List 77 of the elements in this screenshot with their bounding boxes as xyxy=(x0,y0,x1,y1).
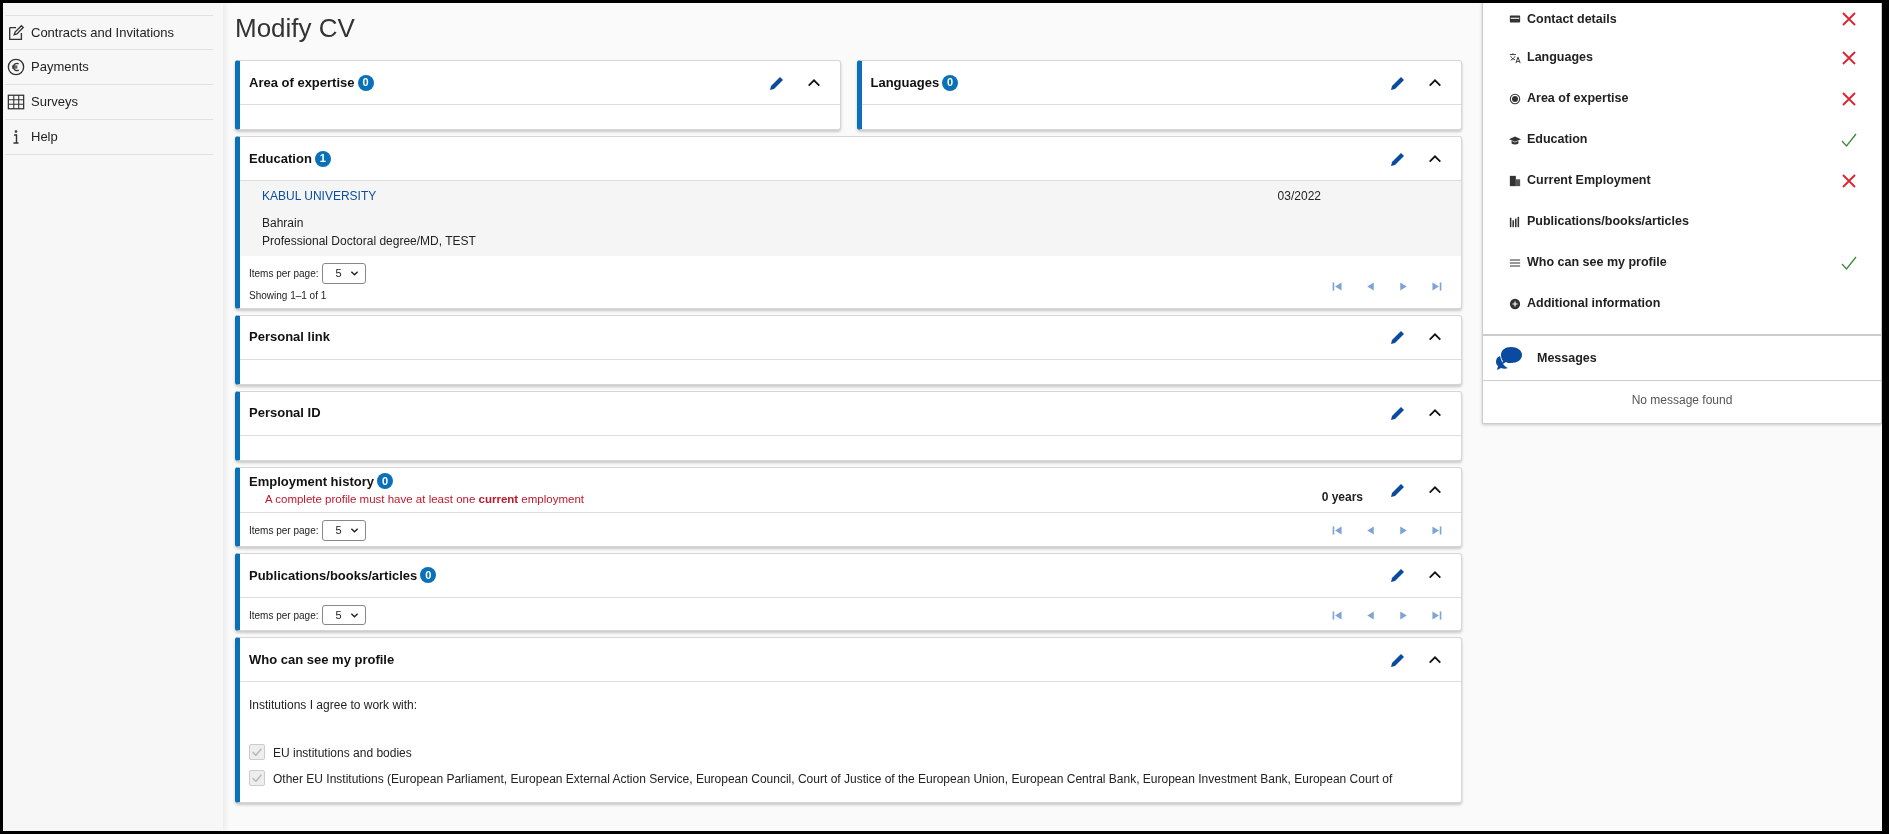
last-page-icon xyxy=(1430,280,1443,294)
checklist-item[interactable]: Contact details xyxy=(1483,3,1881,37)
first-page-icon xyxy=(1331,280,1344,294)
sidebar-item[interactable]: Contracts and Invitations xyxy=(5,15,213,50)
table-icon xyxy=(7,93,25,111)
entry-country: Bahrain xyxy=(262,215,305,233)
euro-icon xyxy=(7,58,25,76)
institution-link[interactable]: KABUL UNIVERSITY xyxy=(262,187,377,206)
count-badge: 0 xyxy=(376,473,393,490)
pencil-icon xyxy=(1389,481,1407,500)
checklist-item[interactable]: Languages xyxy=(1483,37,1881,78)
checklist-label: Education xyxy=(1527,131,1588,149)
first-page-icon xyxy=(1331,608,1344,622)
checklist-item[interactable]: Who can see my profile xyxy=(1483,242,1881,283)
items-per-page-label: Items per page: xyxy=(249,266,319,281)
list-icon xyxy=(1509,256,1521,269)
chat-bubbles-icon xyxy=(1495,345,1523,371)
sidebar-item[interactable]: Surveys xyxy=(5,85,213,120)
checklist-label: Who can see my profile xyxy=(1527,254,1667,272)
page-title: Modify CV xyxy=(235,13,356,45)
items-per-page-select[interactable]: 5 xyxy=(322,604,366,626)
count-badge: 0 xyxy=(357,74,374,91)
pencil-icon xyxy=(1389,566,1407,585)
results-count: Showing 1–1 of 1 xyxy=(249,288,328,303)
entry-date: 03/2022 xyxy=(1277,188,1321,206)
items-per-page-label: Items per page: xyxy=(249,608,319,623)
pencil-icon xyxy=(1389,328,1407,347)
checklist-item[interactable]: Education xyxy=(1483,119,1881,160)
first-page-icon xyxy=(1331,524,1344,538)
checklist-label: Contact details xyxy=(1527,10,1617,28)
empty-messages-text: No message found xyxy=(1630,392,1734,409)
section-title: Languages xyxy=(870,73,940,92)
warning-text: A complete profile must have at least one current employment xyxy=(264,492,584,508)
checklist-item[interactable]: Current Employment xyxy=(1483,160,1881,201)
items-per-page-select[interactable]: 5 xyxy=(322,520,366,541)
checklist-item[interactable]: Publications/books/articles xyxy=(1483,201,1881,242)
items-per-page-select[interactable]: 5 xyxy=(322,263,366,284)
checklist-label: Languages xyxy=(1527,49,1593,67)
check-icon xyxy=(252,748,262,757)
section-title: Publications/books/articles xyxy=(249,566,418,585)
id-card-icon xyxy=(1509,13,1521,25)
section-title: Area of expertise xyxy=(249,73,355,92)
checklist-label: Current Employment xyxy=(1527,172,1651,190)
checklist-label: Area of expertise xyxy=(1527,90,1629,108)
sidebar-item[interactable]: Help xyxy=(5,120,213,155)
plus-circle-icon xyxy=(1509,297,1521,310)
messages-title: Messages xyxy=(1537,349,1597,367)
count-badge: 1 xyxy=(314,150,331,167)
checklist-item[interactable]: Additional information xyxy=(1483,283,1881,324)
count-badge: 0 xyxy=(942,74,959,91)
entry-degree: Professional Doctoral degree/MD, TEST xyxy=(262,233,477,251)
intro-text: Institutions I agree to work with: xyxy=(249,697,419,715)
info-icon xyxy=(13,130,19,144)
count-badge: 0 xyxy=(420,567,437,584)
section-title: Education xyxy=(249,149,312,168)
section-title: Personal ID xyxy=(249,404,321,423)
section-title: Employment history xyxy=(249,472,374,491)
items-per-page-label: Items per page: xyxy=(249,524,319,539)
edit-icon xyxy=(7,23,25,42)
bar-chart-icon xyxy=(1509,215,1521,228)
section-title: Who can see my profile xyxy=(249,651,395,670)
checklist-label: Additional information xyxy=(1527,295,1661,313)
checklist-item[interactable]: Area of expertise xyxy=(1483,78,1881,119)
last-page-icon xyxy=(1430,608,1443,622)
pencil-icon xyxy=(1389,404,1407,423)
radio-icon xyxy=(1509,92,1521,105)
translate-icon xyxy=(1509,51,1521,64)
option-label: Other EU Institutions (European Parliament, European External Action Service, European Council, Court of Justice of the European Union, European Central Bank, European Investment Bank, European Court of xyxy=(273,771,1393,789)
caret-down-icon xyxy=(349,526,359,536)
check-icon xyxy=(252,774,262,783)
last-page-icon xyxy=(1430,524,1443,538)
total-duration: 0 years xyxy=(1321,489,1363,507)
sidebar-item[interactable]: Payments xyxy=(5,50,213,85)
building-icon xyxy=(1509,174,1521,187)
section-title: Personal link xyxy=(249,328,330,347)
checklist-label: Publications/books/articles xyxy=(1527,213,1689,231)
option-label: EU institutions and bodies xyxy=(273,745,412,763)
